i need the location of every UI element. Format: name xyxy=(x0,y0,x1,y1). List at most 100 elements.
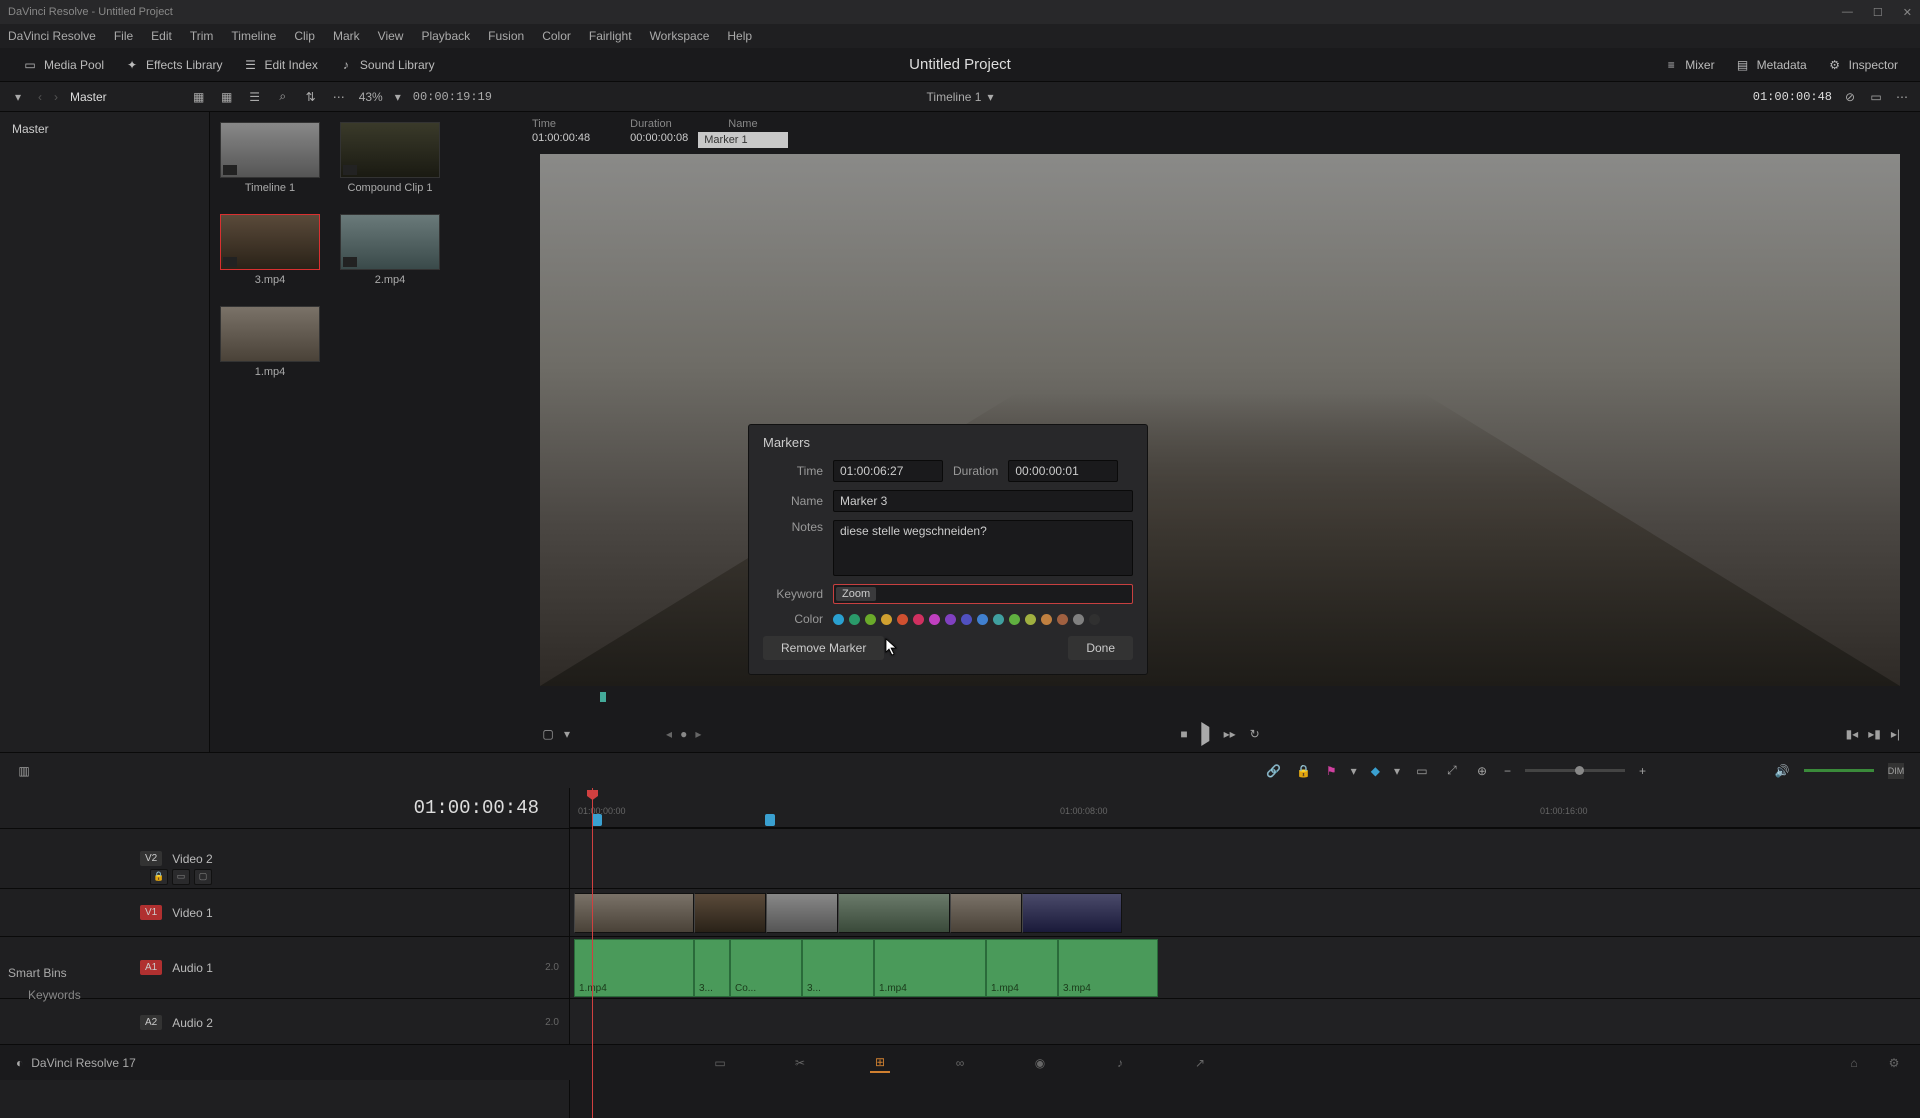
color-swatch[interactable] xyxy=(929,614,940,625)
effects-library-button[interactable]: ✦Effects Library xyxy=(114,53,232,77)
flag-icon[interactable]: ⚑ xyxy=(1326,764,1337,778)
marker-duration-input[interactable] xyxy=(1008,460,1118,482)
color-swatch[interactable] xyxy=(1089,614,1100,625)
color-swatch[interactable] xyxy=(1025,614,1036,625)
color-swatch[interactable] xyxy=(1073,614,1084,625)
color-swatch[interactable] xyxy=(1009,614,1020,625)
view-metadata-icon[interactable]: ▦ xyxy=(191,89,207,105)
audio-clip[interactable]: Co... xyxy=(730,939,802,997)
inspector-button[interactable]: ⚙Inspector xyxy=(1817,53,1908,77)
close-icon[interactable]: ✕ xyxy=(1903,6,1912,19)
home-icon[interactable]: ⌂ xyxy=(1844,1053,1864,1073)
markers-dialog[interactable]: Markers Time Duration Name Notes Keyword… xyxy=(748,424,1148,675)
done-button[interactable]: Done xyxy=(1068,636,1133,660)
video-clip[interactable] xyxy=(766,893,838,933)
color-swatch[interactable] xyxy=(913,614,924,625)
menu-fusion[interactable]: Fusion xyxy=(488,29,524,43)
bypass-icon[interactable]: ⊘ xyxy=(1842,89,1858,105)
zoom-percent[interactable]: 43% xyxy=(359,90,383,104)
menu-edit[interactable]: Edit xyxy=(151,29,172,43)
menu-mark[interactable]: Mark xyxy=(333,29,360,43)
lock-track-icon[interactable]: 🔒 xyxy=(150,869,168,885)
audio-clip[interactable]: 1.mp4 xyxy=(874,939,986,997)
view-list-icon[interactable]: ☰ xyxy=(247,89,263,105)
zoom-slider[interactable] xyxy=(1525,769,1625,772)
audio-clip[interactable]: 3.mp4 xyxy=(1058,939,1158,997)
minimize-icon[interactable]: — xyxy=(1842,6,1853,19)
insert-mode-icon[interactable]: ▢ xyxy=(540,726,556,742)
go-end-icon[interactable]: ▸▮ xyxy=(1868,727,1881,741)
track-v2[interactable] xyxy=(570,828,1920,888)
color-swatch[interactable] xyxy=(1041,614,1052,625)
metadata-button[interactable]: ▤Metadata xyxy=(1725,53,1817,77)
disable-video-icon[interactable]: ▢ xyxy=(194,869,212,885)
zoom-detail-icon[interactable]: ⊕ xyxy=(1474,763,1490,779)
timeline-name[interactable]: Timeline 1 xyxy=(927,90,982,104)
marker-time-input[interactable] xyxy=(833,460,943,482)
color-swatch[interactable] xyxy=(945,614,956,625)
timeline-playhead[interactable] xyxy=(592,788,593,1118)
zoom-in-icon[interactable]: + xyxy=(1639,764,1646,778)
maximize-icon[interactable]: ☐ xyxy=(1873,6,1883,19)
timeline-ruler[interactable]: 01:00:00:00 01:00:08:00 01:00:16:00 xyxy=(570,788,1920,828)
menu-view[interactable]: View xyxy=(378,29,404,43)
nav-back-icon[interactable]: ‹ xyxy=(38,90,42,104)
remove-marker-button[interactable]: Remove Marker xyxy=(763,636,884,660)
cut-page-icon[interactable]: ✂ xyxy=(790,1053,810,1073)
playhead-indicator[interactable] xyxy=(600,692,606,702)
chevron-down-icon[interactable]: ▾ xyxy=(1351,764,1357,778)
color-swatch[interactable] xyxy=(961,614,972,625)
menu-clip[interactable]: Clip xyxy=(294,29,315,43)
link-icon[interactable]: 🔗 xyxy=(1266,763,1282,779)
viewer-canvas[interactable] xyxy=(540,154,1900,686)
menu-davinci[interactable]: DaVinci Resolve xyxy=(8,29,96,43)
lock-icon[interactable]: 🔒 xyxy=(1296,763,1312,779)
track-header-v1[interactable]: V1 Video 1 xyxy=(0,888,569,936)
clip-thumb[interactable]: Compound Clip 1 xyxy=(340,122,440,194)
next-edit-icon[interactable]: ▸ xyxy=(695,727,701,741)
play-icon[interactable] xyxy=(1202,727,1210,741)
color-page-icon[interactable]: ◉ xyxy=(1030,1053,1050,1073)
zoom-out-icon[interactable]: − xyxy=(1504,764,1511,778)
view-thumb-icon[interactable]: ▦ xyxy=(219,89,235,105)
menu-playback[interactable]: Playback xyxy=(421,29,470,43)
options-icon[interactable]: ⋯ xyxy=(331,89,347,105)
bin-list-icon[interactable]: ▾ xyxy=(10,89,26,105)
smart-bin-keywords[interactable]: Keywords xyxy=(8,988,202,1002)
track-a1[interactable]: 1.mp4 3... Co... 3... 1.mp4 1.mp4 3.mp4 xyxy=(570,936,1920,998)
search-icon[interactable]: ⌕ xyxy=(275,89,291,105)
menu-file[interactable]: File xyxy=(114,29,133,43)
audio-clip[interactable]: 1.mp4 xyxy=(986,939,1058,997)
auto-select-icon[interactable]: ▭ xyxy=(172,869,190,885)
sound-library-button[interactable]: ♪Sound Library xyxy=(328,53,445,77)
media-pool-button[interactable]: ▭Media Pool xyxy=(12,53,114,77)
track-a2[interactable] xyxy=(570,998,1920,1046)
timeline-marker[interactable] xyxy=(592,814,602,826)
color-swatch[interactable] xyxy=(833,614,844,625)
settings-icon[interactable]: ⚙ xyxy=(1884,1053,1904,1073)
color-swatch[interactable] xyxy=(993,614,1004,625)
keyword-tag[interactable]: Zoom xyxy=(836,587,876,601)
marker-icon[interactable]: ◆ xyxy=(1371,764,1380,778)
marker-name-input[interactable] xyxy=(833,490,1133,512)
volume-slider[interactable] xyxy=(1804,769,1874,772)
menu-workspace[interactable]: Workspace xyxy=(650,29,710,43)
video-clip[interactable] xyxy=(950,893,1022,933)
next-icon[interactable]: ▸▸ xyxy=(1224,727,1236,741)
volume-icon[interactable]: 🔊 xyxy=(1774,763,1790,779)
smart-bins-header[interactable]: Smart Bins xyxy=(8,966,202,980)
bin-master[interactable]: Master xyxy=(6,118,203,140)
menu-help[interactable]: Help xyxy=(727,29,752,43)
sort-icon[interactable]: ⇅ xyxy=(303,89,319,105)
marker-keyword-input[interactable]: Zoom xyxy=(833,584,1133,604)
jog-end-icon[interactable]: ▸| xyxy=(1891,727,1900,741)
fusion-page-icon[interactable]: ∞ xyxy=(950,1053,970,1073)
prev-edit-icon[interactable]: ◂ xyxy=(666,727,672,741)
match-frame-icon[interactable]: ● xyxy=(680,727,687,741)
menu-color[interactable]: Color xyxy=(542,29,571,43)
timeline-marker[interactable] xyxy=(765,814,775,826)
edit-page-icon[interactable]: ⊞ xyxy=(870,1053,890,1073)
viewer-jog-bar[interactable] xyxy=(540,692,1900,712)
chevron-down-icon[interactable]: ▾ xyxy=(564,727,570,741)
clip-thumb[interactable]: Timeline 1 xyxy=(220,122,320,194)
